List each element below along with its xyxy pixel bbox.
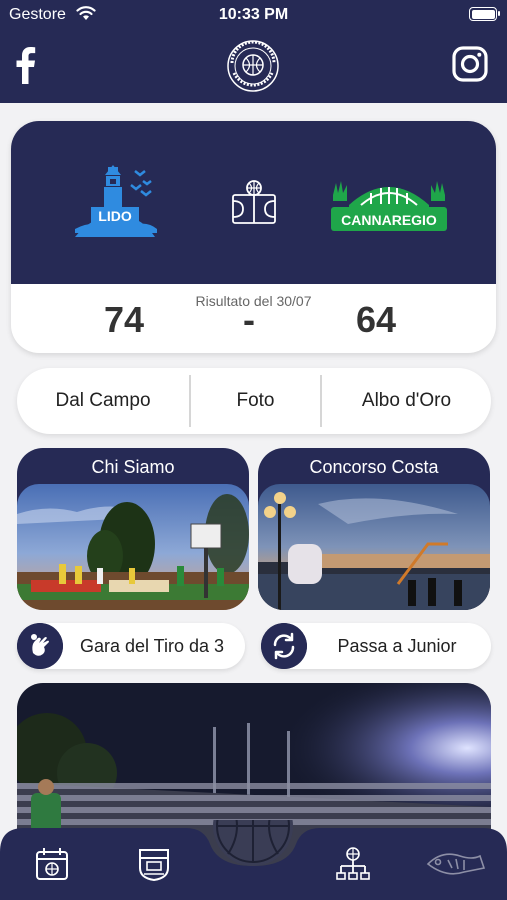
instagram-icon[interactable]	[452, 46, 488, 82]
team-shield-icon[interactable]	[136, 846, 172, 882]
svg-text:LIDO: LIDO	[98, 208, 132, 224]
tournament-logo	[227, 40, 279, 92]
battery-icon	[469, 7, 500, 21]
svg-text:CANNAREGIO: CANNAREGIO	[341, 212, 437, 228]
facebook-icon[interactable]	[13, 46, 37, 84]
switch-icon	[261, 623, 307, 669]
concorso-costa-photo	[258, 484, 490, 610]
menu-foto[interactable]: Foto	[189, 375, 322, 427]
app-header: Gestore 10:33 PM	[0, 0, 507, 103]
clock: 10:33 PM	[218, 6, 289, 23]
concorso-costa-card[interactable]: Concorso Costa	[258, 448, 490, 610]
chi-siamo-photo	[17, 484, 249, 610]
cannaregio-team-logo: CANNAREGIO	[331, 181, 447, 231]
calendar-icon[interactable]	[34, 846, 70, 882]
card-title: Chi Siamo	[91, 457, 175, 477]
chi-siamo-card[interactable]: Chi Siamo	[17, 448, 249, 610]
match-result-card[interactable]: LIDO CANNAREGIO Risultato del 30/07 74 -…	[11, 121, 496, 353]
passa-a-junior-button[interactable]: Passa a Junior	[261, 623, 491, 669]
score-separator: -	[243, 299, 255, 340]
lido-team-logo: LIDO	[75, 165, 157, 237]
home-score: 74	[104, 299, 145, 340]
gara-tiro-da-3-button[interactable]: Gara del Tiro da 3	[17, 623, 245, 669]
pill-label: Gara del Tiro da 3	[79, 636, 225, 656]
bracket-icon[interactable]	[335, 846, 371, 882]
court-icon	[232, 180, 276, 224]
status-bar: Gestore 10:33 PM	[0, 0, 507, 30]
hand-icon	[17, 623, 63, 669]
card-title: Concorso Costa	[309, 457, 439, 477]
away-score: 64	[356, 299, 397, 340]
pill-label: Passa a Junior	[337, 636, 457, 656]
sponsor-fish-icon[interactable]	[424, 846, 488, 882]
menu-albo-doro[interactable]: Albo d'Oro	[322, 368, 491, 434]
menu-dal-campo[interactable]: Dal Campo	[17, 368, 189, 434]
match-teams-panel: LIDO CANNAREGIO	[11, 121, 496, 284]
section-menu: Dal Campo Foto Albo d'Oro	[17, 368, 491, 434]
